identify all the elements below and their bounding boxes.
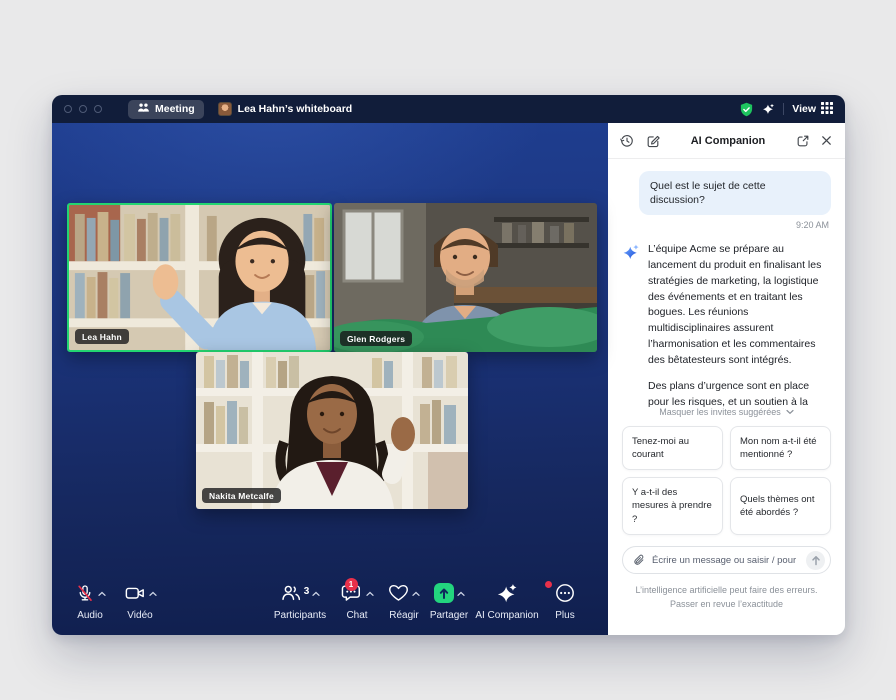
participants-count: 3 bbox=[304, 586, 310, 597]
hide-suggested-prompts-button[interactable]: Masquer les invites suggérées bbox=[622, 407, 831, 417]
video-frame-nakita-metcalfe bbox=[196, 352, 468, 509]
ai-companion-panel: AI Companion Quel est le sujet de cette … bbox=[608, 123, 845, 635]
chat-unread-badge: 1 bbox=[345, 578, 358, 591]
toolbar-video-button[interactable]: Vidéo bbox=[98, 583, 182, 621]
view-label: View bbox=[792, 103, 816, 115]
suggested-prompt-button[interactable]: Mon nom a-t-il été mentionné ? bbox=[730, 426, 831, 471]
ai-companion-sparkle-icon bbox=[496, 583, 518, 609]
close-panel-icon[interactable] bbox=[820, 134, 833, 147]
user-question-bubble: Quel est le sujet de cette discussion? bbox=[639, 171, 831, 215]
participant-name-tag: Glen Rodgers bbox=[340, 331, 412, 346]
suggested-prompts-section: Masquer les invites suggérées Tenez-moi … bbox=[608, 407, 845, 635]
more-notification-dot bbox=[545, 581, 552, 588]
heart-icon bbox=[388, 583, 409, 608]
microphone-muted-icon bbox=[75, 583, 95, 609]
ai-companion-star-icon bbox=[622, 242, 640, 406]
ai-companion-chat-area: Quel est le sujet de cette discussion? 9… bbox=[608, 159, 845, 407]
ai-paragraph: Des plans d’urgence sont en place pour l… bbox=[648, 379, 831, 406]
ai-paragraph: L’équipe Acme se prépare au lancement du… bbox=[648, 242, 831, 368]
panel-title: AI Companion bbox=[660, 135, 796, 147]
participants-icon bbox=[280, 583, 302, 608]
window-controls[interactable] bbox=[64, 105, 102, 113]
pop-out-icon[interactable] bbox=[796, 134, 810, 148]
message-timestamp: 9:20 AM bbox=[796, 220, 829, 230]
video-tile-nakita-metcalfe[interactable]: Nakita Metcalfe bbox=[196, 352, 468, 509]
ai-disclaimer: L’intelligence artificielle peut faire d… bbox=[622, 584, 831, 611]
ai-response-message: L’équipe Acme se prépare au lancement du… bbox=[622, 242, 831, 406]
participant-name-tag: Lea Hahn bbox=[75, 329, 129, 344]
share-options-caret-icon[interactable] bbox=[457, 584, 465, 602]
ai-sparkle-icon[interactable] bbox=[762, 103, 775, 116]
disclaimer-line-1: L’intelligence artificielle peut faire d… bbox=[635, 585, 817, 595]
video-frame-glen-rodgers bbox=[334, 203, 597, 352]
toolbar-video-label: Vidéo bbox=[127, 610, 152, 621]
ai-companion-panel-header: AI Companion bbox=[608, 123, 845, 159]
meeting-video-area: Lea Hahn bbox=[52, 123, 608, 635]
participant-name-tag: Nakita Metcalfe bbox=[202, 488, 281, 503]
suggested-prompt-button[interactable]: Quels thèmes ont été abordés ? bbox=[730, 477, 831, 535]
video-options-caret-icon[interactable] bbox=[149, 584, 157, 602]
titlebar-divider bbox=[783, 103, 784, 115]
message-input-pill bbox=[622, 546, 831, 574]
more-ellipsis-icon bbox=[555, 583, 575, 608]
attachment-paperclip-icon[interactable] bbox=[633, 554, 645, 567]
toolbar-more-button[interactable]: Plus bbox=[523, 583, 607, 621]
security-shield-icon[interactable] bbox=[739, 102, 754, 117]
toolbar-share-label: Partager bbox=[430, 610, 468, 621]
whiteboard-owner-avatar bbox=[218, 102, 232, 116]
tab-meeting[interactable]: Meeting bbox=[128, 100, 204, 119]
suggested-prompt-button[interactable]: Y a-t-il des mesures à prendre ? bbox=[622, 477, 723, 535]
toolbar-more-label: Plus bbox=[555, 610, 574, 621]
history-icon[interactable] bbox=[620, 134, 634, 148]
view-grid-icon bbox=[821, 102, 833, 117]
share-screen-icon bbox=[434, 583, 454, 603]
chevron-down-icon bbox=[786, 407, 794, 417]
window-zoom-button[interactable] bbox=[94, 105, 102, 113]
video-tile-lea-hahn[interactable]: Lea Hahn bbox=[67, 203, 332, 352]
hide-suggested-prompts-label: Masquer les invites suggérées bbox=[659, 407, 781, 417]
tab-meeting-label: Meeting bbox=[155, 103, 195, 115]
window-titlebar: Meeting Lea Hahn’s whiteboard View bbox=[52, 95, 845, 123]
tab-whiteboard[interactable]: Lea Hahn’s whiteboard bbox=[218, 102, 353, 116]
zoom-app-window: Meeting Lea Hahn’s whiteboard View bbox=[52, 95, 845, 635]
window-close-button[interactable] bbox=[64, 105, 72, 113]
new-chat-icon[interactable] bbox=[646, 134, 660, 148]
disclaimer-line-2: Passer en revue l’exactitude bbox=[670, 599, 783, 609]
send-message-button[interactable] bbox=[806, 551, 825, 570]
tab-whiteboard-label: Lea Hahn’s whiteboard bbox=[238, 103, 353, 115]
view-button[interactable]: View bbox=[792, 102, 833, 117]
message-input[interactable] bbox=[652, 555, 799, 566]
camera-icon bbox=[124, 583, 146, 608]
window-minimize-button[interactable] bbox=[79, 105, 87, 113]
video-tile-glen-rodgers[interactable]: Glen Rodgers bbox=[334, 203, 597, 352]
meeting-people-icon bbox=[137, 102, 150, 116]
suggested-prompt-button[interactable]: Tenez-moi au courant bbox=[622, 426, 723, 471]
